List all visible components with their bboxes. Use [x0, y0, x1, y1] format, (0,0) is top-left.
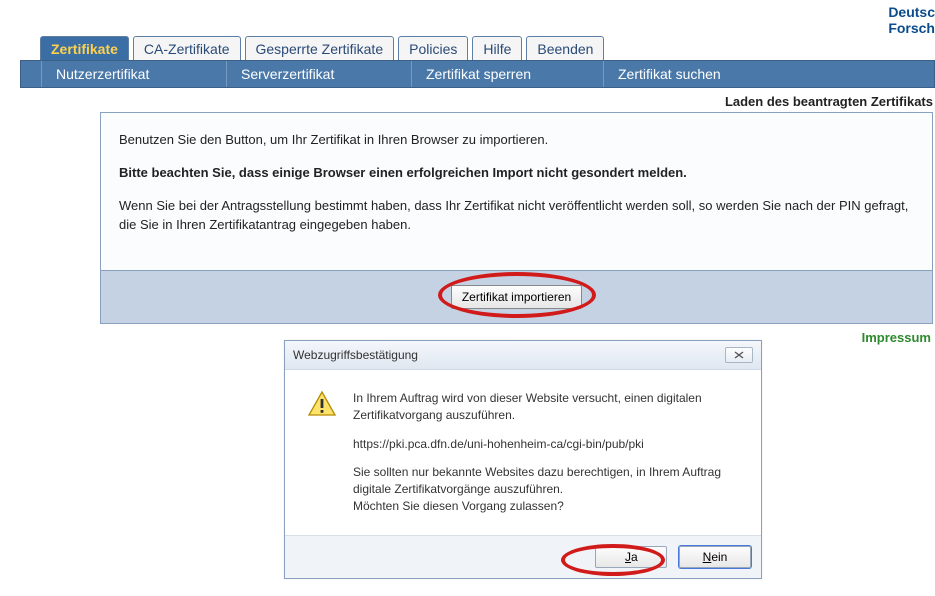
- content-panel: Benutzen Sie den Button, um Ihr Zertifik…: [100, 112, 933, 324]
- tab-gesperrte-zertifikate[interactable]: Gesperrte Zertifikate: [245, 36, 395, 61]
- brand-logo: Deutsc Forsch: [888, 4, 935, 36]
- dialog-url: https://pki.pca.dfn.de/uni-hohenheim-ca/…: [353, 436, 739, 453]
- tab-zertifikate[interactable]: Zertifikate: [40, 36, 129, 61]
- dialog-title-text: Webzugriffsbestätigung: [293, 348, 418, 362]
- warning-icon: [307, 390, 341, 527]
- subnav-zertifikat-sperren[interactable]: Zertifikat sperren: [411, 61, 545, 87]
- subnav-zertifikat-suchen[interactable]: Zertifikat suchen: [603, 61, 735, 87]
- dialog-button-row: Ja Nein: [285, 535, 761, 578]
- dialog-message-2: Sie sollten nur bekannte Websites dazu b…: [353, 464, 739, 514]
- subnav-serverzertifikat[interactable]: Serverzertifikat: [226, 61, 348, 87]
- dialog-yes-button[interactable]: Ja: [595, 546, 667, 568]
- brand-line-2: Forsch: [888, 20, 935, 36]
- dialog-no-button[interactable]: Nein: [679, 546, 751, 568]
- tab-beenden[interactable]: Beenden: [526, 36, 604, 61]
- dialog-message-1: In Ihrem Auftrag wird von dieser Website…: [353, 390, 739, 424]
- notice-paragraph: Bitte beachten Sie, dass einige Browser …: [119, 164, 914, 183]
- tab-hilfe[interactable]: Hilfe: [472, 36, 522, 61]
- section-title: Laden des beantragten Zertifikats: [725, 94, 933, 109]
- import-certificate-button[interactable]: Zertifikat importieren: [451, 285, 582, 309]
- intro-paragraph: Benutzen Sie den Button, um Ihr Zertifik…: [119, 131, 914, 150]
- web-access-confirmation-dialog: Webzugriffsbestätigung In Ihrem Auftrag …: [284, 340, 762, 579]
- content-text: Benutzen Sie den Button, um Ihr Zertifik…: [101, 113, 932, 271]
- brand-line-1: Deutsc: [888, 4, 935, 20]
- tab-ca-zertifikate[interactable]: CA-Zertifikate: [133, 36, 241, 61]
- main-tabs: Zertifikate CA-Zertifikate Gesperrte Zer…: [40, 36, 608, 61]
- dialog-text: In Ihrem Auftrag wird von dieser Website…: [353, 390, 739, 527]
- dialog-titlebar: Webzugriffsbestätigung: [285, 341, 761, 370]
- dialog-body: In Ihrem Auftrag wird von dieser Website…: [285, 370, 761, 535]
- subnav-nutzerzertifikat[interactable]: Nutzerzertifikat: [41, 61, 163, 87]
- close-icon: [733, 351, 745, 359]
- button-row: Zertifikat importieren: [101, 271, 932, 323]
- sub-nav: Nutzerzertifikat Serverzertifikat Zertif…: [20, 60, 935, 88]
- tab-policies[interactable]: Policies: [398, 36, 468, 61]
- pin-paragraph: Wenn Sie bei der Antragsstellung bestimm…: [119, 197, 914, 235]
- impressum-link[interactable]: Impressum: [862, 330, 931, 345]
- dialog-close-button[interactable]: [725, 347, 753, 363]
